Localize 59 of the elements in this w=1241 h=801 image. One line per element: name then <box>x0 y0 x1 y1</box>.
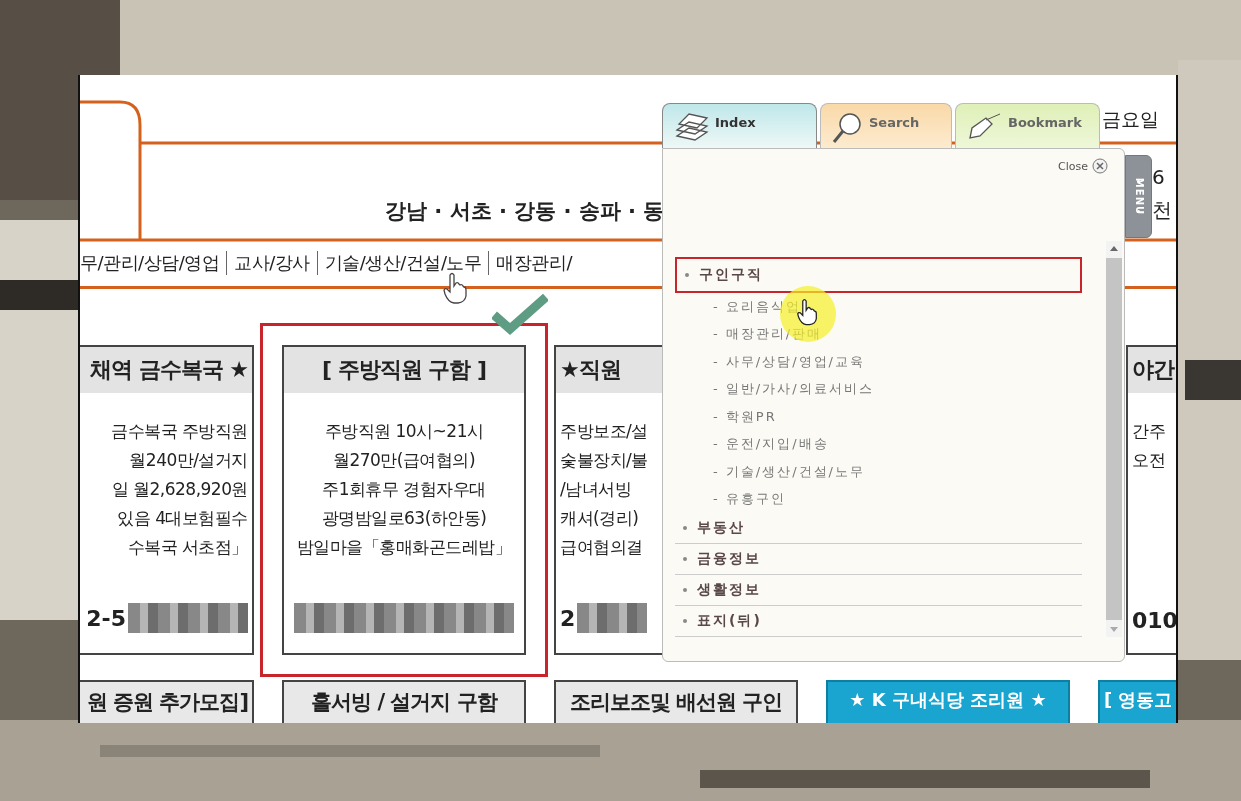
index-item[interactable]: 표지(뒤) <box>675 606 1082 637</box>
scrollbar[interactable] <box>1106 241 1122 637</box>
close-button[interactable]: Close <box>1052 157 1114 175</box>
index-subitem[interactable]: - 학원PR <box>675 403 1082 431</box>
index-subitem[interactable]: - 사무/상담/영업/교육 <box>675 348 1082 376</box>
ad-title: 조리보조및 배선원 구인 <box>569 689 783 716</box>
panel-tab[interactable]: Index <box>662 103 817 148</box>
ad-text: /남녀서빙 <box>560 478 632 501</box>
phone-number: 2 <box>560 605 576 631</box>
index-item[interactable]: 부동산 <box>675 513 1082 544</box>
ad-text: 일 월2,628,920원 <box>111 478 248 501</box>
category-link[interactable]: 매장관리/ <box>488 251 580 275</box>
ad-text: 광명밤일로63(하안동) <box>321 507 487 530</box>
papers-icon <box>673 112 709 142</box>
phone-number: 2-5 <box>86 605 126 631</box>
close-icon <box>1092 158 1108 174</box>
index-item[interactable]: 생활정보 <box>675 575 1082 606</box>
ad-title: ★직원 <box>556 347 662 393</box>
ad-text: 금수복국 주방직원 <box>111 420 248 443</box>
ad-text: 주방직원 10시~21시 <box>324 420 484 443</box>
ad-title: ★ K 구내식당 조리원 ★ <box>849 688 1047 712</box>
region-heading: 강남 · 서초 · 강동 · 송파 · 동 <box>385 198 665 225</box>
index-subitem[interactable]: - 기술/생산/건설/노무 <box>675 458 1082 486</box>
ad-title: 채역 금수복국 ★ <box>80 347 252 393</box>
index-subitem[interactable]: - 유흥구인 <box>675 485 1082 513</box>
panel-tab[interactable]: Search <box>820 103 952 148</box>
ad-text: 숯불장치/불 <box>560 449 648 472</box>
tag-icon <box>966 112 1002 142</box>
date-text: 금요일 <box>1102 107 1159 132</box>
hand-cursor-icon <box>442 272 468 304</box>
ad-text: 캐셔(경리) <box>560 507 639 530</box>
header-text: 천 <box>1152 197 1172 224</box>
ad-text: 주1회휴무 경험자우대 <box>322 478 486 501</box>
ad-title: 원 증원 추가모집] <box>86 689 248 716</box>
category-link[interactable]: 무/관리/상담/영업 <box>80 251 227 275</box>
ad-title: [ 주방직원 구함 ] <box>284 347 524 393</box>
ad-text: 급여협의결 <box>560 536 643 559</box>
ad-text: 수복국 서초점」 <box>127 536 248 559</box>
index-subitem[interactable]: - 운전/지입/배송 <box>675 430 1082 458</box>
ad-text: 밤일마을「홍매화곤드레밥」 <box>296 536 512 559</box>
ad-text: 간주 <box>1132 420 1165 443</box>
search-icon <box>831 112 863 144</box>
ad-text: 월240만/설거지 <box>129 449 248 472</box>
ad-title: 홀서빙 / 설거지 구함 <box>311 689 497 716</box>
index-item[interactable]: 금융정보 <box>675 544 1082 575</box>
hand-cursor-icon <box>796 298 818 326</box>
ad-text: 있음 4대보험필수 <box>117 507 248 530</box>
category-link[interactable]: 교사/강사 <box>226 251 317 275</box>
ad-text: 주방보조/설 <box>560 420 648 443</box>
ad-text: 오전 <box>1132 449 1165 472</box>
ad-title: 야간 <box>1128 347 1176 393</box>
redacted-phone <box>577 603 648 633</box>
checkmark-icon <box>492 293 548 335</box>
header-text: 6 <box>1152 165 1165 189</box>
ad-text: 월270만(급여협의) <box>332 449 476 472</box>
ad-title: [ 영동고 <box>1104 688 1173 712</box>
panel-tab[interactable]: Bookmark <box>955 103 1100 148</box>
index-subitem[interactable]: - 일반/가사/의료서비스 <box>675 375 1082 403</box>
index-item[interactable]: 구인구직 <box>675 257 1082 293</box>
